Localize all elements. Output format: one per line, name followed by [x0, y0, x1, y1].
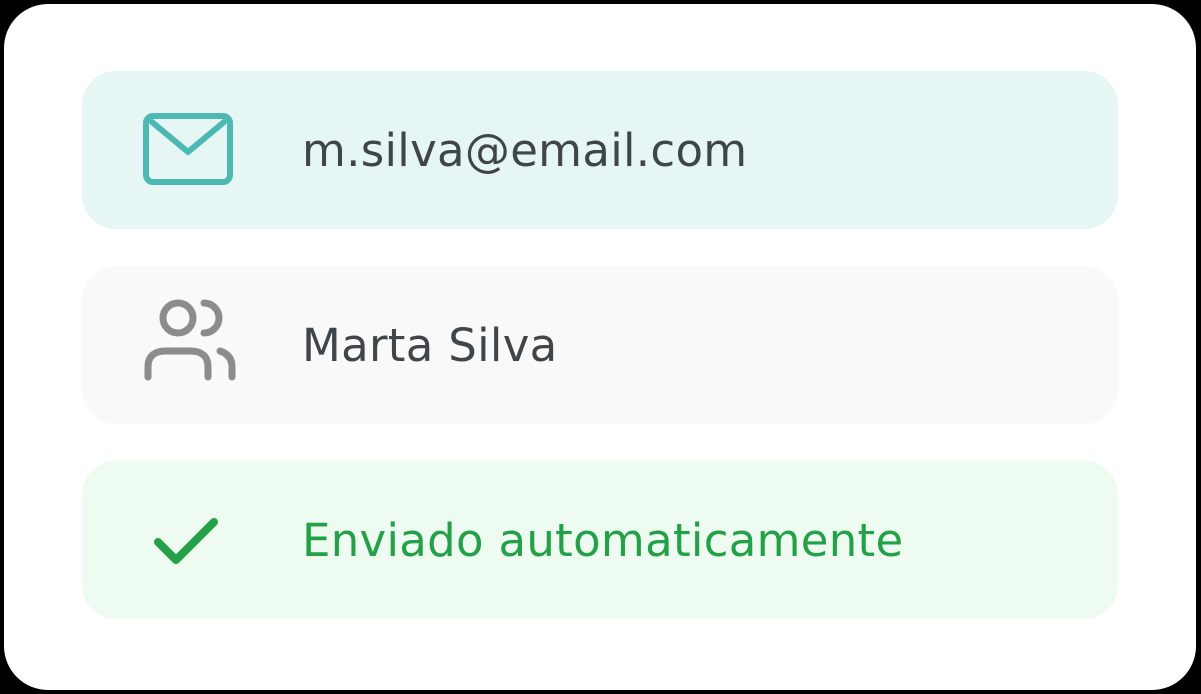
contact-card: m.silva@email.com Marta Silva Enviado au…: [4, 4, 1196, 690]
users-icon: [138, 295, 238, 395]
status-text: Enviado automaticamente: [302, 513, 904, 567]
mail-icon: [138, 100, 238, 200]
status-row: Enviado automaticamente: [82, 461, 1118, 619]
email-value: m.silva@email.com: [302, 123, 748, 177]
name-row[interactable]: Marta Silva: [82, 266, 1118, 424]
email-row[interactable]: m.silva@email.com: [82, 71, 1118, 229]
check-icon: [138, 490, 238, 590]
name-value: Marta Silva: [302, 318, 558, 372]
